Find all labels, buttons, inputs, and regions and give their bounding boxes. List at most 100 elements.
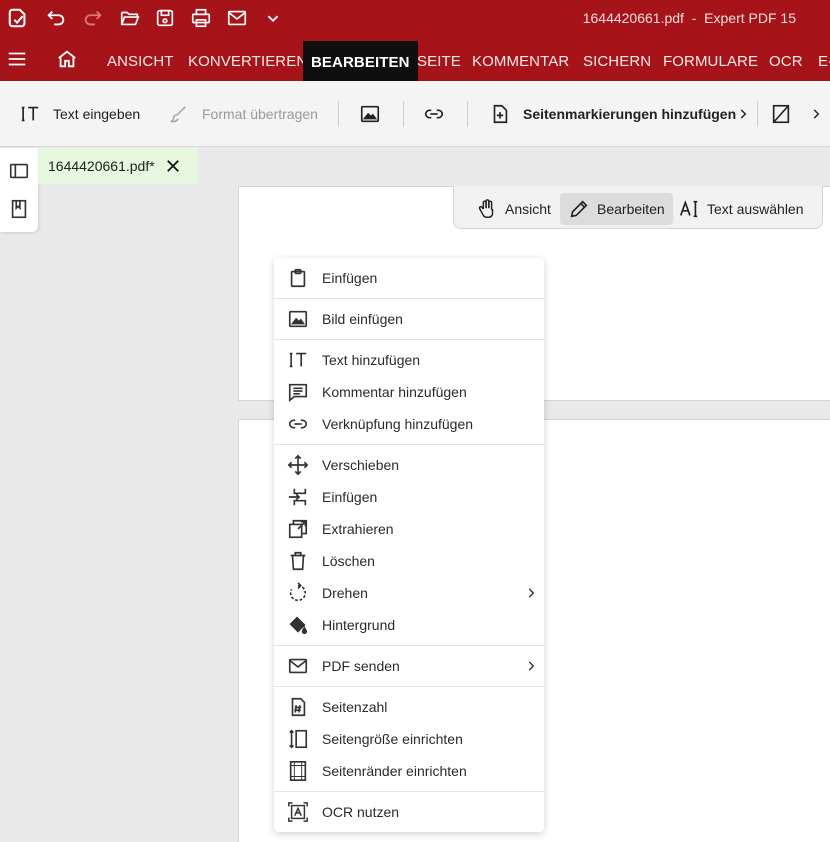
- open-folder-icon[interactable]: [116, 4, 144, 32]
- tab-sichern[interactable]: SICHERN: [583, 53, 651, 70]
- image-icon: [360, 105, 380, 123]
- add-page-marks-button[interactable]: Seitenmarkierungen hinzufügen: [489, 81, 736, 147]
- tab-ansicht[interactable]: ANSICHT: [107, 53, 174, 70]
- view-mode-label: Ansicht: [505, 201, 551, 217]
- add-page-marks-label: Seitenmarkierungen hinzufügen: [523, 106, 737, 122]
- title-filename: 1644420661.pdf: [582, 10, 684, 26]
- menu-item-label: Drehen: [322, 585, 368, 601]
- comment-icon: [288, 383, 308, 402]
- insert-image-button[interactable]: [359, 81, 393, 147]
- save-icon[interactable]: [151, 4, 179, 32]
- redo-icon[interactable]: [79, 4, 107, 32]
- toolbar-divider: [757, 101, 758, 127]
- menu-divider: [274, 645, 544, 646]
- menu-item-label: Verknüpfung hinzufügen: [322, 416, 474, 432]
- move-icon: [287, 454, 309, 476]
- menu-item-add-text[interactable]: Text hinzufügen: [274, 344, 544, 376]
- menu-item-delete[interactable]: Löschen: [274, 545, 544, 577]
- hamburger-menu-icon[interactable]: [6, 48, 28, 70]
- tab-konvertieren[interactable]: KONVERTIEREN: [188, 53, 307, 70]
- rotate-icon: [289, 582, 307, 602]
- clipboard-icon: [290, 268, 306, 288]
- email-icon[interactable]: [223, 4, 251, 32]
- menu-divider: [274, 686, 544, 687]
- menu-item-insert-image[interactable]: Bild einfügen: [274, 303, 544, 335]
- trash-icon: [290, 551, 306, 571]
- pencil-icon: [570, 200, 588, 218]
- page-size-icon: [289, 729, 308, 749]
- menu-item-label: Verschieben: [322, 457, 400, 473]
- title-app-name: Expert PDF 15: [704, 10, 796, 26]
- chevron-right-icon[interactable]: [736, 107, 750, 121]
- chevron-right-icon: [528, 661, 535, 671]
- document-tab[interactable]: 1644420661.pdf*: [38, 148, 198, 184]
- menu-divider: [274, 444, 544, 445]
- menu-item-page-number[interactable]: Seitenzahl: [274, 691, 544, 723]
- text-select-icon: [679, 200, 698, 218]
- chevron-right-icon[interactable]: [809, 107, 823, 121]
- menu-item-add-comment[interactable]: Kommentar hinzufügen: [274, 376, 544, 408]
- menu-item-label: Seitengröße einrichten: [322, 731, 463, 747]
- menu-item-ocr[interactable]: OCR nutzen: [274, 796, 544, 828]
- tab-formulare[interactable]: FORMULARE: [663, 53, 758, 70]
- view-mode-button[interactable]: Ansicht: [468, 193, 559, 225]
- edit-mode-button[interactable]: Bearbeiten: [560, 193, 673, 225]
- undo-icon[interactable]: [42, 4, 70, 32]
- menu-item-extract[interactable]: Extrahieren: [274, 513, 544, 545]
- text-icon: [289, 352, 307, 368]
- print-icon[interactable]: [187, 4, 215, 32]
- close-icon[interactable]: [164, 157, 182, 175]
- add-page-icon: [493, 104, 508, 124]
- menu-item-label: Seitenzahl: [322, 699, 388, 715]
- link-icon: [288, 419, 308, 429]
- tab-bearbeiten[interactable]: BEARBEITEN: [303, 41, 418, 81]
- email-icon: [288, 658, 308, 674]
- crop-page-button[interactable]: [770, 81, 804, 147]
- bookmark-icon[interactable]: [8, 198, 30, 220]
- page-number-icon: [291, 697, 306, 717]
- menu-item-add-link[interactable]: Verknüpfung hinzufügen: [274, 408, 544, 440]
- mode-switch: Ansicht Bearbeiten Text auswählen: [453, 186, 823, 229]
- page-margins-icon: [289, 761, 307, 781]
- tab-seite[interactable]: SEITE: [417, 53, 461, 70]
- extract-icon: [288, 519, 308, 539]
- menu-divider: [274, 791, 544, 792]
- menu-item-move[interactable]: Verschieben: [274, 449, 544, 481]
- brush-icon: [170, 106, 187, 123]
- insert-page-icon: [288, 488, 307, 506]
- edit-toolbar: Text eingeben Format übertragen Seitenma…: [0, 81, 830, 147]
- menu-item-label: Text hinzufügen: [322, 352, 421, 368]
- text-input-label: Text eingeben: [53, 106, 141, 122]
- chevron-right-icon: [528, 588, 535, 598]
- menu-item-insert-page[interactable]: Einfügen: [274, 481, 544, 513]
- toolbar-divider: [467, 101, 468, 127]
- menu-item-send-pdf[interactable]: PDF senden: [274, 650, 544, 682]
- select-text-mode-button[interactable]: Text auswählen: [670, 193, 812, 225]
- paint-bucket-icon: [289, 616, 308, 635]
- chevron-down-icon[interactable]: [259, 4, 287, 32]
- app-logo-icon[interactable]: [4, 4, 32, 32]
- menu-item-paste[interactable]: Einfügen: [274, 262, 544, 294]
- title-bar: 1644420661.pdf - Expert PDF 15: [0, 0, 830, 36]
- insert-link-button[interactable]: [423, 81, 457, 147]
- side-panel-rail: [0, 148, 38, 232]
- format-transfer-label: Format übertragen: [202, 106, 318, 122]
- edit-mode-label: Bearbeiten: [597, 201, 665, 217]
- menu-item-background[interactable]: Hintergrund: [274, 609, 544, 641]
- tab-e-overflow[interactable]: E-: [818, 53, 830, 70]
- menu-divider: [274, 339, 544, 340]
- menu-item-label: Extrahieren: [322, 521, 394, 537]
- menu-item-label: Bild einfügen: [322, 311, 403, 327]
- home-icon[interactable]: [56, 48, 78, 70]
- text-input-button[interactable]: Text eingeben: [19, 81, 140, 147]
- image-icon: [288, 310, 308, 328]
- tab-ocr[interactable]: OCR: [769, 53, 803, 70]
- menu-item-label: OCR nutzen: [322, 804, 400, 820]
- menu-item-page-margins[interactable]: Seitenränder einrichten: [274, 755, 544, 787]
- window-title: 1644420661.pdf - Expert PDF 15: [583, 10, 796, 26]
- sidebar-toggle-icon[interactable]: [8, 160, 30, 182]
- menu-item-rotate[interactable]: Drehen: [274, 577, 544, 609]
- menu-item-page-size[interactable]: Seitengröße einrichten: [274, 723, 544, 755]
- tab-kommentar[interactable]: KOMMENTAR: [472, 53, 569, 70]
- format-transfer-button[interactable]: Format übertragen: [168, 81, 318, 147]
